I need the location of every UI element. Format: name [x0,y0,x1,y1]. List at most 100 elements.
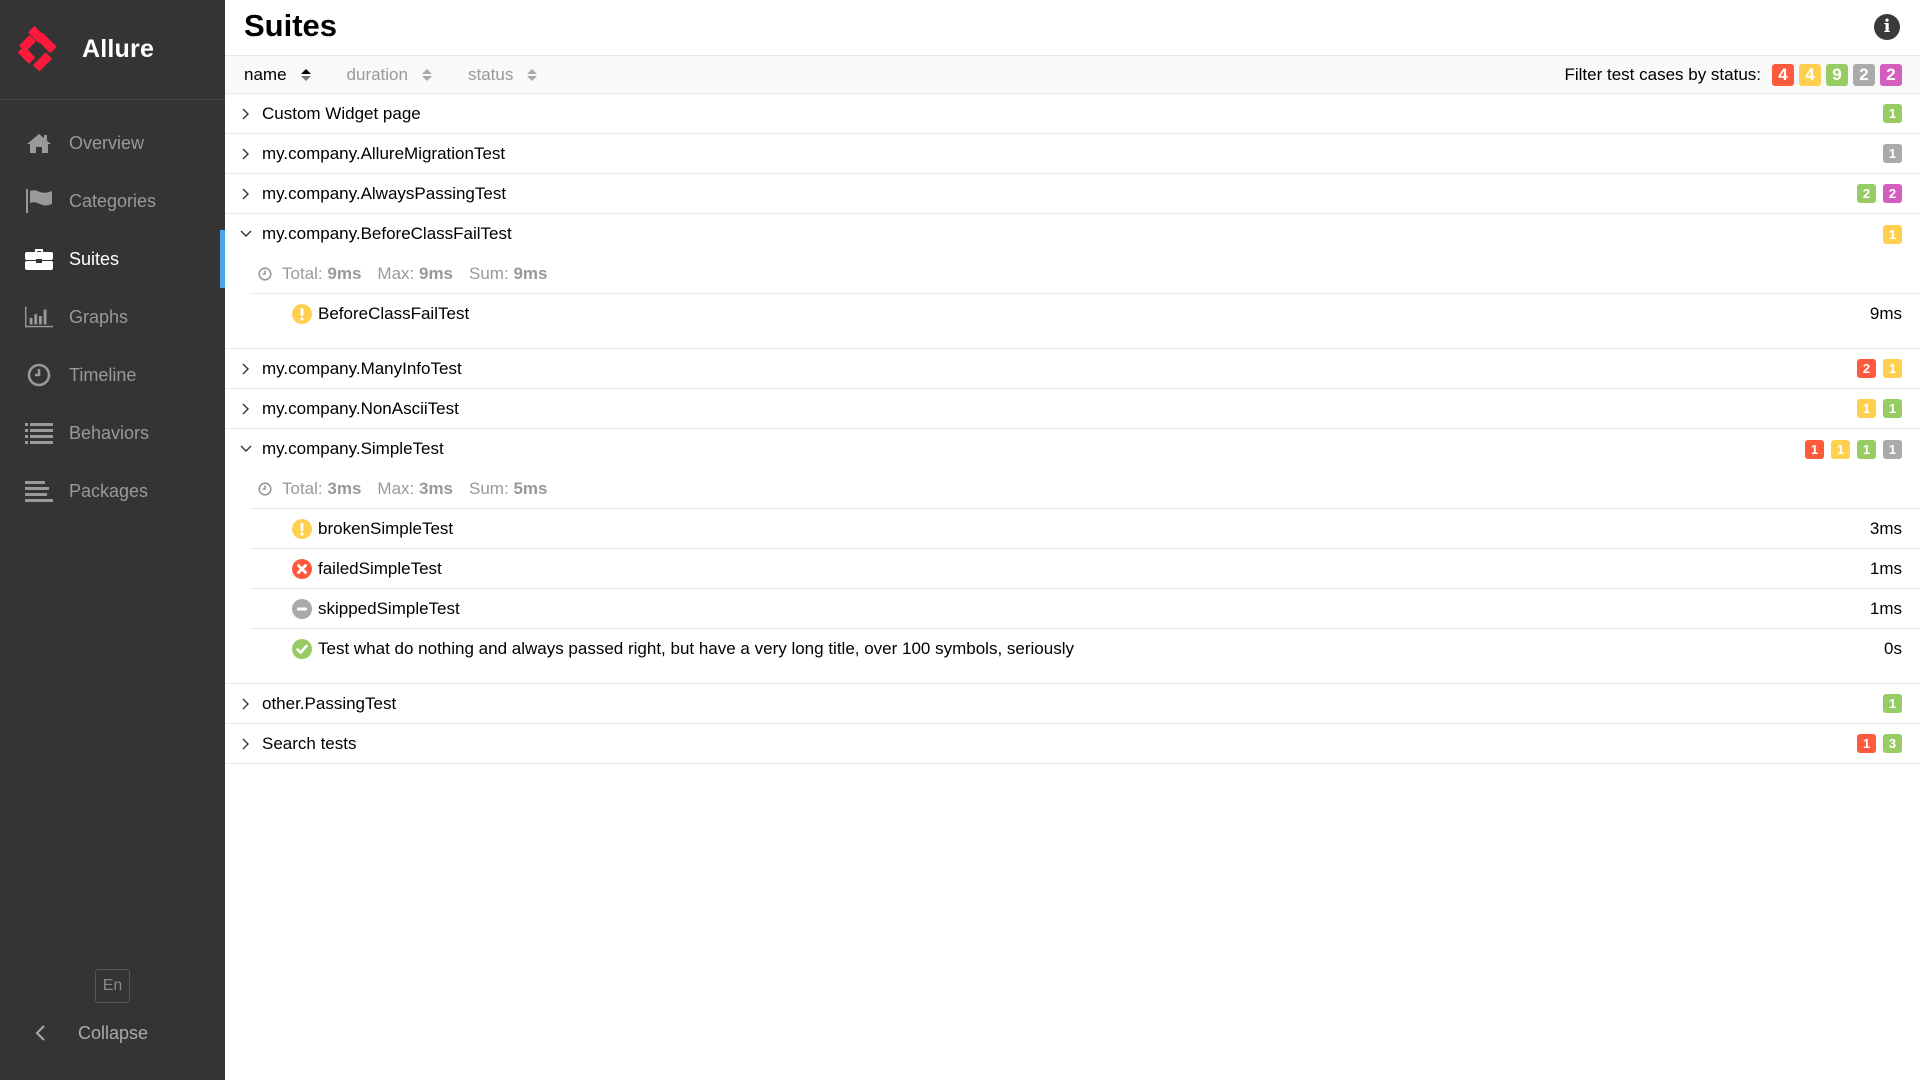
test-case-duration: 3ms [1869,518,1902,538]
skipped-status-icon [292,599,312,619]
collapse-label: Collapse [78,1022,149,1043]
chevron-down-icon[interactable] [239,230,253,238]
chevron-right-icon[interactable] [239,698,253,710]
stat-value: 9ms [327,263,362,283]
suite-row[interactable]: Custom Widget page 1 [225,94,1920,134]
suite-row[interactable]: my.company.AllureMigrationTest 1 [225,134,1920,174]
sidebar-item-label: Graphs [69,306,129,327]
suite-row[interactable]: my.company.ManyInfoTest 2 1 [225,349,1920,389]
suite-status-counts: 21 [1850,359,1902,378]
test-case-name: skippedSimpleTest [318,598,460,618]
suite-duration-stats: Total: 9ms Max: 9ms Sum: 9ms [250,254,1920,294]
sort-icon [300,68,311,81]
suite-row[interactable]: my.company.BeforeClassFailTest 1 [225,214,1920,254]
filter-broken-toggle[interactable]: 4 [1799,63,1821,86]
stat-label: Max: [377,263,415,283]
passed-count-badge: 1 [1883,399,1902,418]
test-case-duration: 9ms [1869,304,1902,323]
passed-count-badge: 1 [1883,104,1902,123]
status-filter: Filter test cases by status: 44922 [1564,63,1902,86]
filter-failed-toggle[interactable]: 4 [1772,63,1794,86]
home-icon [25,131,53,155]
info-icon[interactable]: i [1874,13,1900,40]
suite-row[interactable]: my.company.AlwaysPassingTest 2 2 [225,174,1920,214]
suite-row[interactable]: other.PassingTest 1 [225,684,1920,724]
chevron-right-icon[interactable] [239,188,253,200]
sort-bar: name duration status Filter test cases by … [225,56,1920,94]
filter-skipped-toggle[interactable]: 2 [1853,63,1875,86]
broken-status-icon [292,304,312,324]
sidebar-item-graphs[interactable]: Graphs [0,288,225,346]
test-case-row[interactable]: failedSimpleTest 1ms [250,549,1920,589]
clock-icon [258,481,272,496]
suite-status-counts: 1111 [1798,439,1902,459]
suite-row[interactable]: my.company.NonAsciiTest 1 1 [225,389,1920,429]
sidebar-item-overview[interactable]: Overview [0,114,225,172]
suite-status-counts: 22 [1850,184,1902,203]
failed-status-icon [292,559,312,579]
sidebar-item-timeline[interactable]: Timeline [0,346,225,404]
stat-label: Total: [282,478,323,498]
sort-label: duration [346,64,408,84]
suite-row[interactable]: Search tests 1 3 [225,724,1920,764]
chevron-down-icon[interactable] [239,445,253,453]
chevron-right-icon[interactable] [239,403,253,415]
test-case-row[interactable]: skippedSimpleTest 1ms [250,589,1920,629]
stat-value: 9ms [513,263,548,283]
collapse-button[interactable]: Collapse [30,1018,148,1048]
app-name: Allure [82,35,155,63]
sidebar-item-label: Categories [69,190,157,211]
sort-by-name[interactable]: name [244,65,311,85]
chevron-right-icon[interactable] [239,363,253,375]
sidebar-item-label: Timeline [69,364,137,385]
suites-tree: Custom Widget page 1 my.company.AllureMigr… [225,94,1920,764]
skipped-count-badge: 1 [1883,439,1902,459]
failed-count-badge: 1 [1805,439,1824,459]
sidebar: Allure Overview Categories Suites Graphs Tim… [0,0,225,1080]
suite-name: my.company.ManyInfoTest [262,358,462,378]
test-case-name: Test what do nothing and always passed r… [318,639,1074,658]
passed-count-badge: 1 [1883,694,1902,713]
broken-count-badge: 1 [1831,439,1850,459]
chevron-right-icon[interactable] [239,738,253,750]
allure-logo-icon [17,25,57,72]
stat-sum: Sum: 9ms [469,264,547,284]
suite-name: my.company.BeforeClassFailTest [262,224,512,243]
sort-icon [527,68,538,81]
filter-passed-toggle[interactable]: 9 [1826,63,1848,86]
sidebar-item-suites[interactable]: Suites [0,230,225,288]
suite-children: Total: 9ms Max: 9ms Sum: 9ms BeforeClassFai… [225,254,1920,349]
broken-count-badge: 1 [1883,224,1902,244]
stat-label: Max: [377,478,415,498]
sidebar-item-behaviors[interactable]: Behaviors [0,404,225,462]
test-case-name: brokenSimpleTest [318,518,454,538]
brand[interactable]: Allure [0,0,225,100]
stat-max: Max: 3ms [377,479,453,499]
sidebar-item-packages[interactable]: Packages [0,462,225,520]
sort-by-status[interactable]: status [468,65,538,85]
passed-count-badge: 1 [1857,439,1876,459]
sidebar-item-label: Suites [69,248,120,269]
test-case-row[interactable]: BeforeClassFailTest 9ms [250,294,1920,334]
stat-max: Max: 9ms [377,264,453,284]
chevron-right-icon[interactable] [239,148,253,160]
stat-label: Sum: [469,263,509,283]
test-case-duration: 1ms [1869,558,1902,578]
sort-icon [421,68,432,81]
test-case-name: failedSimpleTest [318,558,442,578]
sidebar-item-categories[interactable]: Categories [0,172,225,230]
sort-by-duration[interactable]: duration [347,65,432,85]
language-switch[interactable]: En [95,969,130,1003]
test-case-duration: 0s [1884,639,1902,658]
sidebar-item-label: Overview [69,132,145,153]
test-case-row[interactable]: Test what do nothing and always passed r… [250,629,1920,669]
suite-name: my.company.NonAsciiTest [262,398,459,418]
test-case-row[interactable]: brokenSimpleTest 3ms [250,509,1920,549]
suite-row[interactable]: my.company.SimpleTest 1 1 1 1 [225,429,1920,469]
passed-count-badge: 2 [1857,184,1876,203]
skipped-count-badge: 1 [1883,144,1902,163]
filter-unknown-toggle[interactable]: 2 [1880,63,1902,86]
app: Allure Overview Categories Suites Graphs Tim… [0,0,1920,1080]
chevron-right-icon[interactable] [239,108,253,120]
suite-duration-stats: Total: 3ms Max: 3ms Sum: 5ms [250,469,1920,509]
